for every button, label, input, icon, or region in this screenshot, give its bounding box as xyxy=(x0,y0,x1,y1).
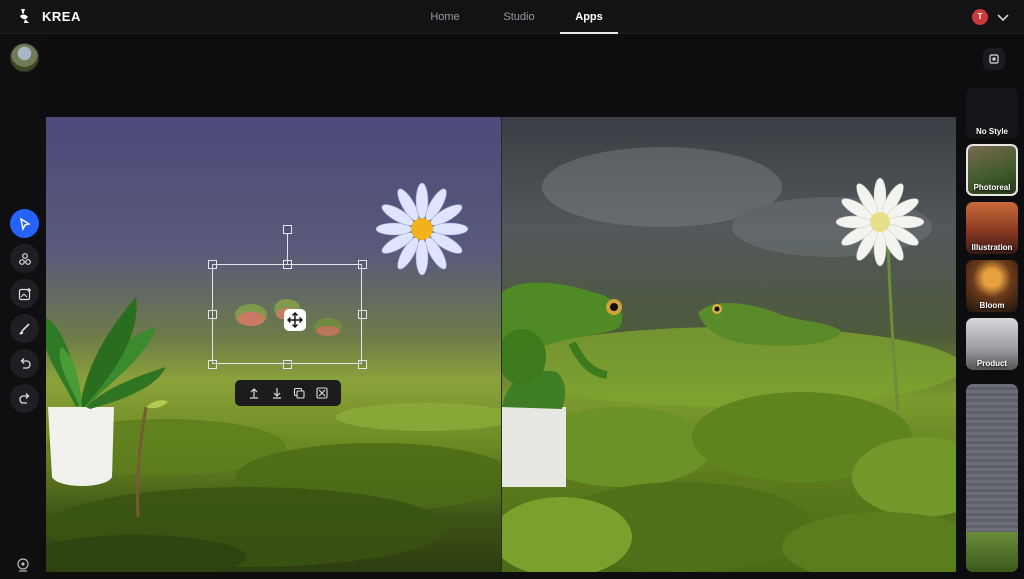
preview-ground xyxy=(966,532,1018,572)
tab-studio[interactable]: Studio xyxy=(499,0,539,34)
moss-ground xyxy=(46,403,516,572)
style-label: Photoreal xyxy=(973,183,1011,192)
rotate-handle[interactable] xyxy=(283,225,292,234)
style-label: Illustration xyxy=(971,243,1013,252)
selection-box[interactable] xyxy=(212,264,362,364)
brand[interactable]: KREA xyxy=(18,8,81,24)
resize-handle-r[interactable] xyxy=(358,310,367,319)
pot xyxy=(502,370,566,487)
object-toolbar xyxy=(235,380,341,406)
style-product[interactable]: Product xyxy=(966,318,1018,370)
remove-background-icon[interactable] xyxy=(316,387,328,399)
style-preview-strip[interactable] xyxy=(966,384,1018,572)
brand-name: KREA xyxy=(42,8,81,24)
style-no-style[interactable]: No Style xyxy=(966,88,1018,138)
bring-forward-icon[interactable] xyxy=(248,387,260,399)
image-plus-icon xyxy=(18,287,31,300)
undo-icon xyxy=(20,357,31,369)
chevron-down-icon[interactable] xyxy=(996,10,1010,24)
resize-handle-tr[interactable] xyxy=(358,260,367,269)
location-pin-icon[interactable] xyxy=(14,556,32,574)
tab-home[interactable]: Home xyxy=(426,0,464,34)
shapes-tool-button[interactable] xyxy=(10,244,39,273)
top-bar: KREA Home Studio Apps T xyxy=(0,0,1024,34)
shapes-icon xyxy=(18,252,31,265)
daisy-flower xyxy=(375,182,469,276)
brush-tool-button[interactable] xyxy=(10,314,39,343)
input-canvas[interactable] xyxy=(46,117,516,572)
style-illustration[interactable]: Illustration xyxy=(966,202,1018,254)
redo-button[interactable] xyxy=(10,384,39,413)
style-label: Product xyxy=(976,359,1008,368)
redo-icon xyxy=(18,392,29,404)
resize-handle-t[interactable] xyxy=(283,260,292,269)
resize-handle-tl[interactable] xyxy=(208,260,217,269)
style-photoreal[interactable]: Photoreal xyxy=(966,144,1018,196)
tab-apps[interactable]: Apps xyxy=(560,0,618,34)
resize-handle-br[interactable] xyxy=(358,360,367,369)
style-rail: No Style Photoreal Illustration Bloom Pr… xyxy=(964,88,1020,579)
duplicate-icon[interactable] xyxy=(293,387,305,399)
add-image-button[interactable] xyxy=(10,279,39,308)
cursor-icon xyxy=(19,217,31,231)
output-canvas xyxy=(492,117,956,572)
user-avatar[interactable]: T xyxy=(972,9,988,25)
brush-icon xyxy=(18,322,30,334)
style-bloom[interactable]: Bloom xyxy=(966,260,1018,312)
select-tool-button[interactable] xyxy=(10,209,39,238)
send-backward-icon[interactable] xyxy=(271,387,283,399)
expand-icon xyxy=(989,54,999,64)
resize-handle-b[interactable] xyxy=(283,360,292,369)
resize-handle-bl[interactable] xyxy=(208,360,217,369)
main-nav: Home Studio Apps xyxy=(0,0,1024,34)
leafy-ground xyxy=(492,327,956,572)
fullscreen-button[interactable] xyxy=(983,48,1005,70)
output-scene xyxy=(492,147,956,572)
krea-logo-icon xyxy=(20,9,29,23)
resize-handle-l[interactable] xyxy=(208,310,217,319)
project-thumbnail[interactable] xyxy=(10,43,39,72)
canvas-area[interactable] xyxy=(46,117,956,572)
style-label: No Style xyxy=(975,127,1008,136)
undo-button[interactable] xyxy=(10,349,39,378)
style-label: Bloom xyxy=(979,301,1005,310)
